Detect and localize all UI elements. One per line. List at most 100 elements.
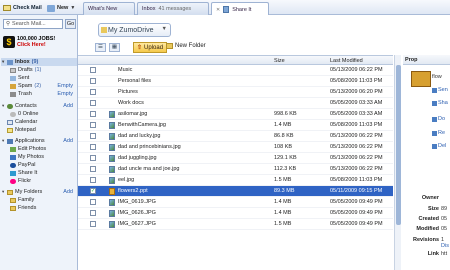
file-size-cell: 1.4 MB: [274, 199, 292, 205]
vertical-scrollbar[interactable]: [394, 55, 401, 270]
row-checkbox[interactable]: [90, 133, 96, 139]
row-checkbox[interactable]: [90, 89, 96, 95]
sidebar-item-calendar[interactable]: Calendar: [1, 118, 77, 126]
row-checkbox[interactable]: [90, 166, 96, 172]
tab-inbox[interactable]: Inbox 41 messages: [137, 2, 209, 15]
table-row[interactable]: IMG_0619.JPG 1.4 MB 05/05/2009 09:49 PM: [78, 197, 393, 208]
file-name-cell[interactable]: Work docs: [118, 100, 144, 106]
share-link[interactable]: Sha: [432, 100, 448, 106]
sidebar-item-sent[interactable]: Sent: [1, 74, 77, 82]
sidebar-item-online[interactable]: 0 Online: [1, 110, 77, 118]
table-row[interactable]: ✓ flowers2.ppt 89.3 MB 05/11/2009 09:15 PM: [78, 186, 393, 197]
file-name-cell[interactable]: Personal files: [118, 78, 151, 84]
row-checkbox[interactable]: [90, 177, 96, 183]
column-last-modified[interactable]: Last Modified: [330, 58, 363, 64]
row-checkbox[interactable]: [90, 100, 96, 106]
table-row[interactable]: IMG_0627.JPG 1.5 MB 05/05/2009 09:49 PM: [78, 219, 393, 230]
row-checkbox[interactable]: [90, 210, 96, 216]
table-row[interactable]: dad uncle ma and joe.jpg 112.3 KB 05/13/20…: [78, 164, 393, 175]
sidebar-item-inbox[interactable]: ▾ Inbox (9): [1, 58, 77, 66]
property-value[interactable]: htt: [441, 251, 447, 257]
table-row[interactable]: Work docs 05/05/2009 03:33 AM: [78, 98, 393, 109]
sidebar-item-trash[interactable]: Trash Empty: [1, 90, 77, 98]
flickr-icon: [10, 178, 16, 184]
list-view-button[interactable]: ☰: [95, 43, 106, 52]
file-name-cell[interactable]: flowers2.ppt: [118, 188, 148, 194]
file-name-cell[interactable]: Music: [118, 67, 132, 73]
column-size[interactable]: Size: [274, 58, 285, 64]
row-checkbox[interactable]: [90, 122, 96, 128]
disable-link[interactable]: Dis: [441, 243, 449, 249]
add-application-link[interactable]: Add: [63, 138, 73, 144]
table-row[interactable]: BenwithCamera.jpg 1.4 MB 05/08/2009 11:03 …: [78, 120, 393, 131]
image-file-icon: [109, 155, 115, 162]
file-name-cell[interactable]: dad and lucky.jpg: [118, 133, 160, 139]
table-row[interactable]: dad juggling.jpg 129.1 KB 05/13/2009 06:22…: [78, 153, 393, 164]
sidebar-item-contacts[interactable]: ▾ Contacts Add: [1, 102, 77, 110]
table-row[interactable]: dad and lucky.jpg 86.8 KB 05/13/2009 06:22…: [78, 131, 393, 142]
new-button[interactable]: New ▼: [47, 3, 75, 13]
row-checkbox[interactable]: [90, 111, 96, 117]
drive-selector[interactable]: My ZumoDrive ▼: [98, 23, 171, 37]
go-button[interactable]: Go: [65, 19, 76, 29]
upload-button[interactable]: ⇧ Upload: [133, 42, 168, 53]
sidebar-item-drafts[interactable]: Drafts (1): [1, 66, 77, 74]
jobs-ad[interactable]: $ 100,000 JOBS! Click Here!: [3, 34, 77, 50]
add-contact-link[interactable]: Add: [63, 103, 73, 109]
row-checkbox[interactable]: [90, 78, 96, 84]
row-checkbox[interactable]: [90, 67, 96, 73]
sidebar-item-notepad[interactable]: Notepad: [1, 126, 77, 134]
tab-whats-new[interactable]: What's New: [83, 2, 135, 15]
row-checkbox[interactable]: [90, 155, 96, 161]
sidebar-item-share-it[interactable]: Share It: [1, 169, 77, 177]
sidebar-item-spam[interactable]: Spam (2) Empty: [1, 82, 77, 90]
property-value: 05: [441, 226, 448, 232]
file-name-cell[interactable]: dad juggling.jpg: [118, 155, 157, 161]
table-row[interactable]: Music 05/13/2009 06:22 PM: [78, 65, 393, 76]
sidebar-item-my-folders[interactable]: ▾ My Folders Add: [1, 188, 77, 196]
sidebar-item-family[interactable]: Family: [1, 196, 77, 204]
row-checkbox[interactable]: ✓: [90, 188, 96, 194]
table-row[interactable]: eel.jpg 1.5 MB 05/08/2009 11:03 PM: [78, 175, 393, 186]
download-link[interactable]: Do: [432, 116, 445, 122]
file-name-cell[interactable]: dad and princebinians.jpg: [118, 144, 181, 150]
file-name-cell[interactable]: Pictures: [118, 89, 138, 95]
image-file-icon: [109, 111, 115, 118]
new-folder-button[interactable]: New Folder: [166, 43, 206, 49]
sidebar-item-applications[interactable]: ▾ Applications Add: [1, 137, 77, 145]
ad-link[interactable]: Click Here!: [17, 42, 46, 48]
file-name-cell[interactable]: dad uncle ma and joe.jpg: [118, 166, 179, 172]
table-row[interactable]: IMG_0626.JPG 1.4 MB 05/05/2009 09:49 PM: [78, 208, 393, 219]
delete-link[interactable]: Del: [432, 143, 446, 149]
table-row[interactable]: Pictures 05/13/2009 06:20 PM: [78, 87, 393, 98]
send-link[interactable]: Sen: [432, 87, 448, 93]
table-row[interactable]: asilomar.jpg 998.6 KB 05/05/2009 03:33 AM: [78, 109, 393, 120]
table-row[interactable]: dad and princebinians.jpg 108 KB 05/13/200…: [78, 142, 393, 153]
properties-title: Prop: [403, 55, 450, 65]
file-name-cell[interactable]: IMG_0619.JPG: [118, 199, 156, 205]
row-checkbox[interactable]: [90, 221, 96, 227]
file-name-cell[interactable]: asilomar.jpg: [118, 111, 147, 117]
sidebar-item-flickr[interactable]: Flickr: [1, 177, 77, 185]
empty-spam-link[interactable]: Empty: [57, 83, 73, 89]
table-row[interactable]: Personal files 05/08/2009 11:03 PM: [78, 76, 393, 87]
file-name-cell[interactable]: IMG_0627.JPG: [118, 221, 156, 227]
row-checkbox[interactable]: [90, 144, 96, 150]
add-folder-link[interactable]: Add: [63, 189, 73, 195]
tab-share-it[interactable]: ✕ Share It: [211, 2, 269, 16]
sidebar-item-paypal[interactable]: PayPal: [1, 161, 77, 169]
row-checkbox[interactable]: [90, 199, 96, 205]
rename-link[interactable]: Re: [432, 130, 445, 136]
sidebar-item-edit-photos[interactable]: Edit Photos: [1, 145, 77, 153]
image-file-icon: [109, 177, 115, 184]
file-name-cell[interactable]: BenwithCamera.jpg: [118, 122, 166, 128]
file-name-cell[interactable]: IMG_0626.JPG: [118, 210, 156, 216]
file-name-cell[interactable]: eel.jpg: [118, 177, 134, 183]
grid-view-button[interactable]: ▦: [109, 43, 120, 52]
empty-trash-link[interactable]: Empty: [57, 91, 73, 97]
sidebar-item-friends[interactable]: Friends: [1, 204, 77, 212]
sidebar-item-my-photos[interactable]: My Photos: [1, 153, 77, 161]
check-mail-button[interactable]: Check Mail: [3, 3, 42, 13]
search-input[interactable]: ⚲ Search Mail...: [3, 19, 63, 29]
close-icon[interactable]: ✕: [216, 7, 220, 13]
